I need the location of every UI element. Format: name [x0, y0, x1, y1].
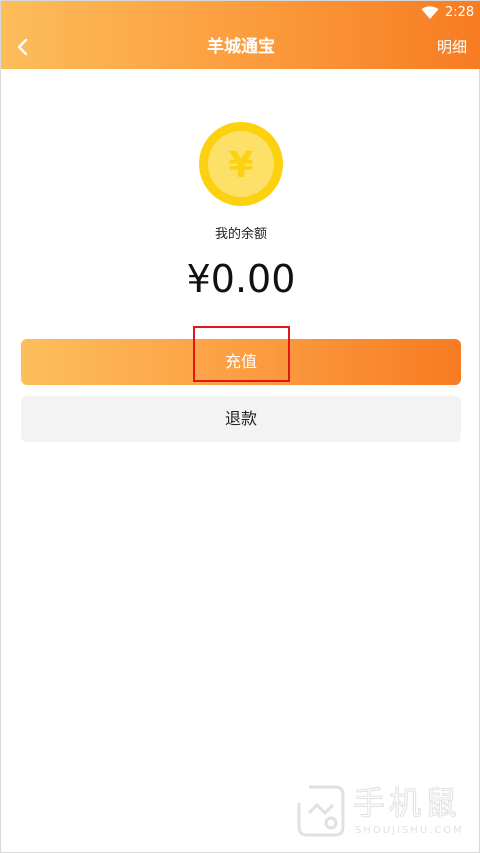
watermark-subtitle: SHOUJISHU.COM: [355, 825, 464, 836]
recharge-label: 充值: [224, 352, 257, 371]
status-time: 2:28: [445, 5, 475, 20]
status-bar: 2:28: [1, 1, 480, 25]
wifi-icon: [421, 6, 439, 19]
watermark-logo-icon: [297, 785, 345, 837]
watermark-title: 手机鼠: [352, 784, 462, 823]
nav-bar: 羊城通宝 明细: [1, 25, 480, 69]
recharge-button[interactable]: 充值: [21, 339, 461, 385]
refund-button[interactable]: 退款: [21, 396, 461, 442]
yuan-coin-icon: ¥: [199, 122, 283, 206]
refund-label: 退款: [224, 409, 257, 428]
detail-button[interactable]: 明细: [437, 35, 467, 59]
header-bar: 2:28 羊城通宝 明细: [1, 1, 480, 69]
chevron-left-icon[interactable]: [11, 35, 35, 59]
coin-symbol: ¥: [228, 145, 253, 186]
page-title: 羊城通宝: [207, 37, 275, 57]
watermark: 手机鼠 SHOUJISHU.COM: [295, 783, 465, 843]
balance-label: 我的余额: [214, 227, 267, 242]
balance-amount: ¥0.00: [186, 257, 296, 301]
